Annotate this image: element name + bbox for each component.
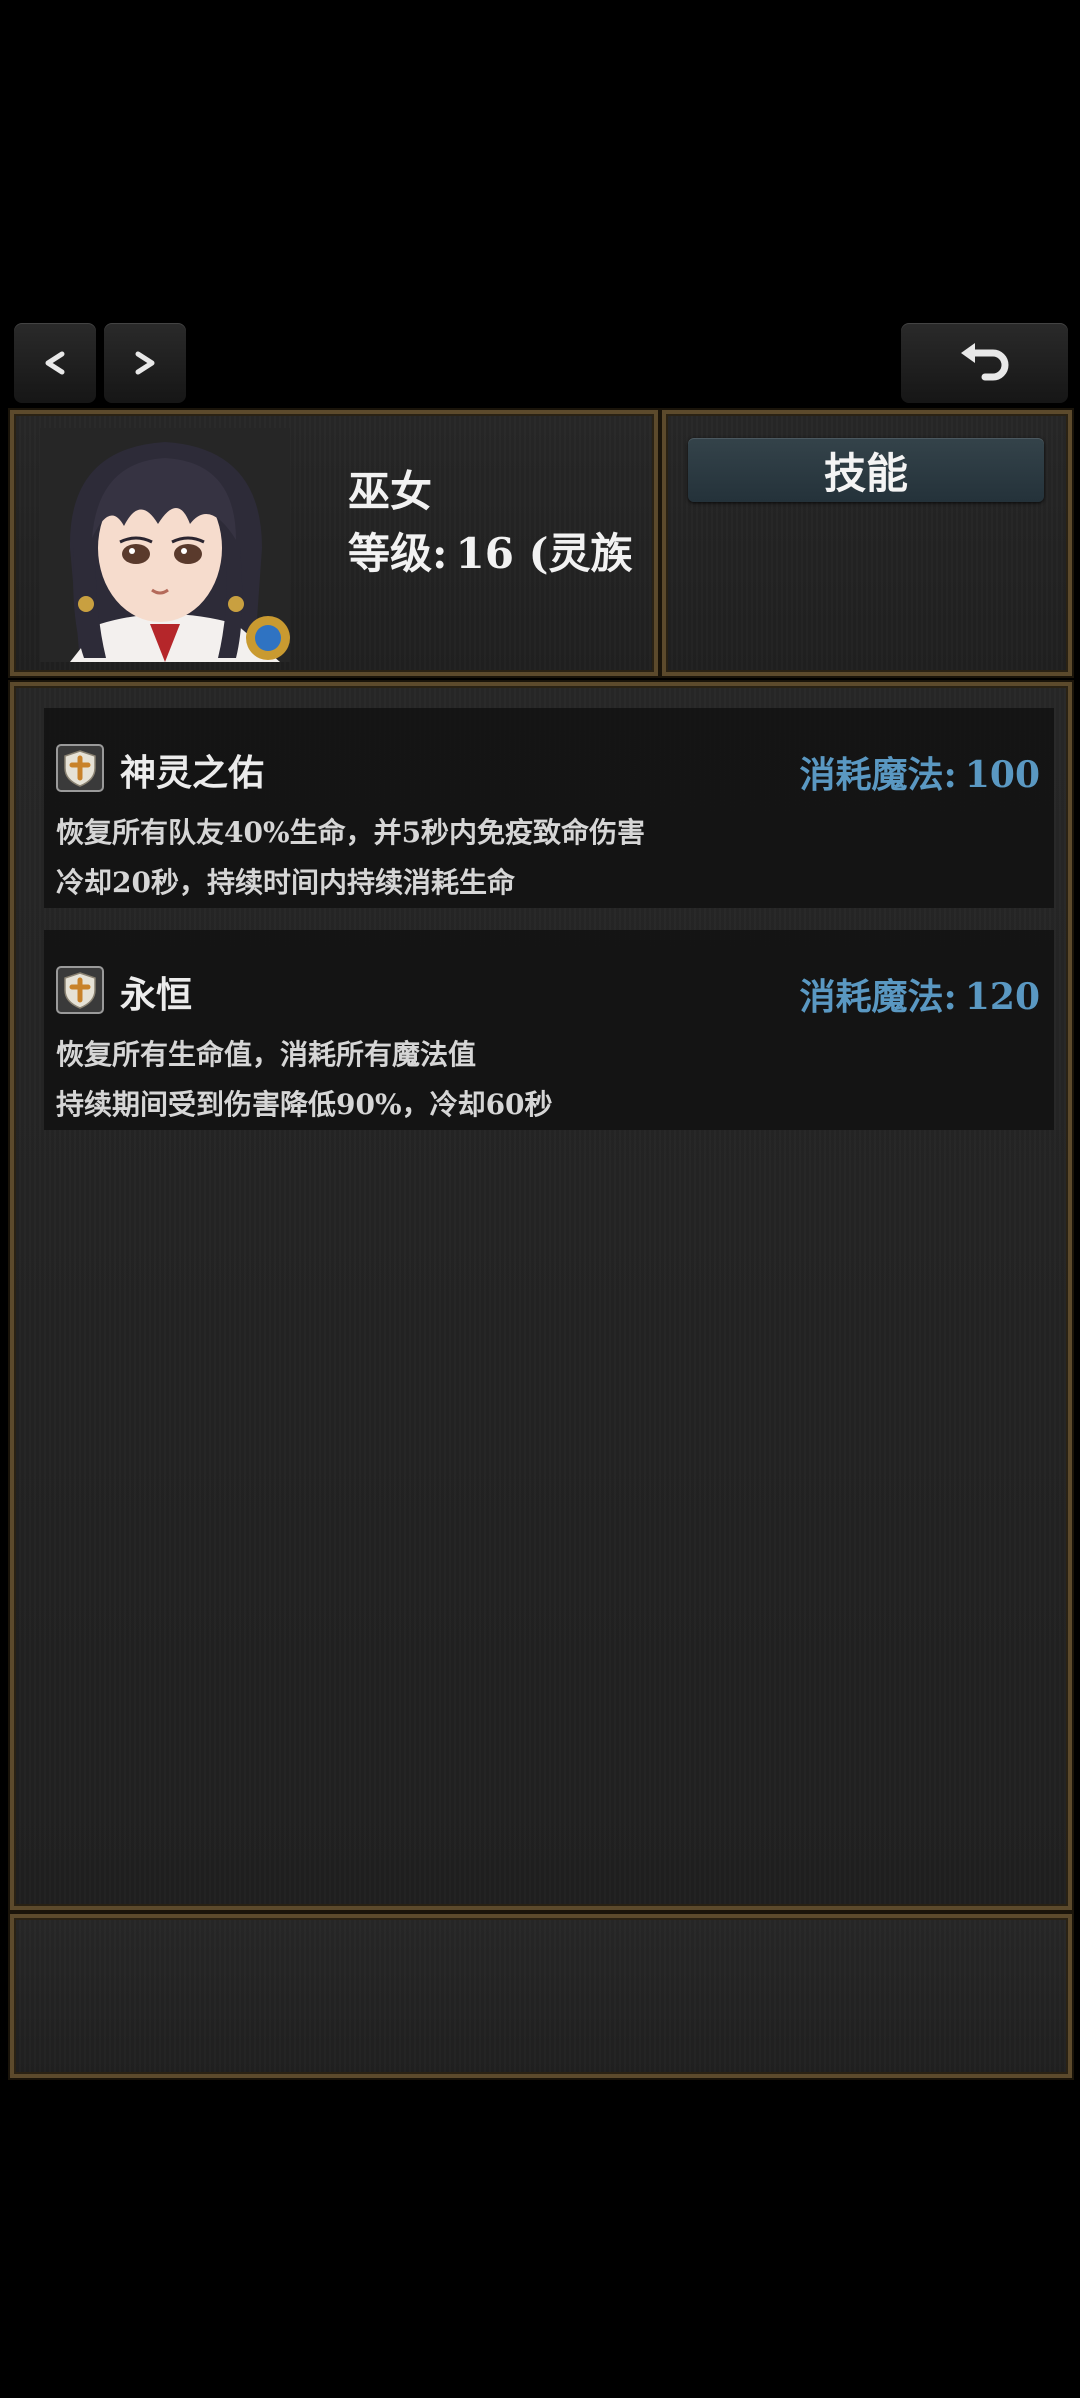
chevron-left-icon <box>45 351 65 375</box>
back-button[interactable] <box>901 323 1068 403</box>
previous-character-button[interactable] <box>14 323 96 403</box>
level-label: 等级: <box>348 529 448 578</box>
skill-description-line: 持续期间受到伤害降低90%，冷却60秒 <box>56 1088 553 1121</box>
screen: 巫女 等级: 16 (灵族 技能 神灵之佑 消耗魔法: 100 恢复所有队友40%生… <box>0 0 1080 2398</box>
mana-cost-value: 120 <box>964 976 1040 1018</box>
skill-description: 恢复所有队友40%生命，并5秒内免疫致命伤害 冷却20秒，持续时间内持续消耗生命 <box>56 808 645 908</box>
mana-cost-value: 100 <box>964 754 1040 796</box>
skill-list-panel: 神灵之佑 消耗魔法: 100 恢复所有队友40%生命，并5秒内免疫致命伤害 冷却2… <box>10 682 1072 1910</box>
level-value: 16 (灵族 <box>455 529 633 578</box>
chevron-right-icon <box>135 351 155 375</box>
bottom-info-panel <box>10 1914 1072 2078</box>
mana-cost-label: 消耗魔法: <box>799 976 957 1018</box>
skill-mana-cost: 消耗魔法: 100 <box>800 746 1040 798</box>
skill-description-line: 恢复所有生命值，消耗所有魔法值 <box>56 1038 477 1071</box>
shield-cross-icon <box>56 966 104 1014</box>
skill-description-line: 恢复所有队友40%生命，并5秒内免疫致命伤害 <box>56 816 646 849</box>
undo-arrow-icon <box>960 343 1008 381</box>
skill-list-item[interactable]: 神灵之佑 消耗魔法: 100 恢复所有队友40%生命，并5秒内免疫致命伤害 冷却2… <box>44 708 1054 908</box>
skill-description: 恢复所有生命值，消耗所有魔法值 持续期间受到伤害降低90%，冷却60秒 <box>56 1030 553 1130</box>
shrine-maiden-portrait-image <box>40 428 290 662</box>
character-level: 等级: 16 (灵族 <box>348 520 632 581</box>
skill-name: 神灵之佑 <box>120 752 265 794</box>
next-character-button[interactable] <box>104 323 186 403</box>
skill-description-line: 冷却20秒，持续时间内持续消耗生命 <box>56 866 515 899</box>
character-name: 巫女 <box>348 467 433 516</box>
tab-skills[interactable]: 技能 <box>688 438 1044 502</box>
skill-list-item[interactable]: 永恒 消耗魔法: 120 恢复所有生命值，消耗所有魔法值 持续期间受到伤害降低90… <box>44 930 1054 1130</box>
blurred-header-title <box>440 352 640 392</box>
character-portrait <box>40 428 290 662</box>
skill-mana-cost: 消耗魔法: 120 <box>800 968 1040 1020</box>
shield-cross-icon <box>56 744 104 792</box>
mana-cost-label: 消耗魔法: <box>799 754 957 796</box>
skill-name: 永恒 <box>120 974 193 1016</box>
character-info-panel: 巫女 等级: 16 (灵族 <box>10 410 658 676</box>
tab-panel: 技能 <box>662 410 1072 676</box>
